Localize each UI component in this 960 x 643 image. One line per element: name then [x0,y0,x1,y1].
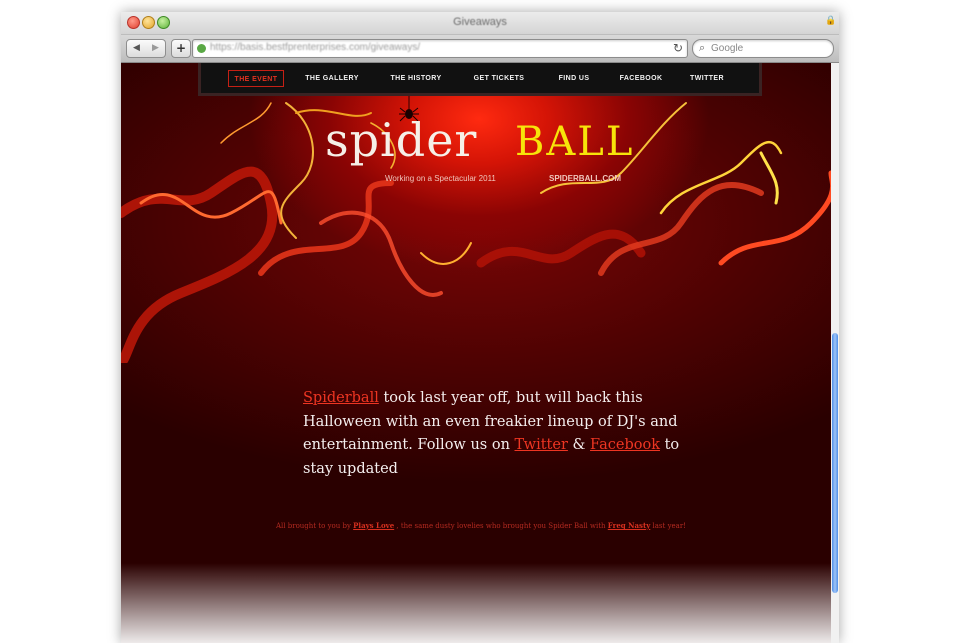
search-box[interactable]: ⌕ [692,39,834,58]
swirl-decoration [121,102,831,363]
scroll-thumb[interactable] [832,333,838,593]
browser-window: Giveaways 🔒 ◀ ▶ + https://basis.bestfpre… [121,12,839,643]
nav-facebook[interactable]: FACEBOOK [613,70,669,87]
footer-credits: All brought to you by Plays Love , the s… [271,521,691,530]
announcement-text-2: & [567,437,591,453]
footer-text-2: , the same dusty lovelies who brought yo… [394,522,608,530]
nav-twitter[interactable]: TWITTER [681,70,733,87]
search-icon: ⌕ [699,41,706,54]
main-nav: THE EVENT THE GALLERY THE HISTORY GET TI… [198,63,762,96]
add-bookmark-button[interactable]: + [171,39,191,58]
twitter-link[interactable]: Twitter [515,437,568,453]
forward-button[interactable]: ▶ [146,39,166,58]
lock-icon: 🔒 [825,16,837,26]
vertical-scrollbar[interactable] [831,63,839,643]
bottom-fade [121,563,831,643]
tagline: Working on a Spectacular 2011 [385,174,496,183]
nav-get-tickets[interactable]: GET TICKETS [469,70,529,87]
search-input[interactable] [711,40,829,57]
address-bar[interactable]: https://basis.bestfprenterprises.com/giv… [192,39,688,58]
nav-the-event[interactable]: THE EVENT [228,70,284,87]
logo-spider-text: spider [325,113,478,167]
title-bar: Giveaways 🔒 [121,12,839,35]
nav-the-history[interactable]: THE HISTORY [386,70,446,87]
footer-text-3: last year! [650,522,686,530]
nav-find-us[interactable]: FIND US [549,70,599,87]
nav-the-gallery[interactable]: THE GALLERY [302,70,362,87]
spiderball-link[interactable]: Spiderball [303,390,379,406]
logo-ball-text: BALL [515,119,635,165]
site-icon [197,44,206,53]
event-announcement: Spiderball took last year off, but will … [303,387,683,481]
freq-nasty-link[interactable]: Freq Nasty [608,521,651,530]
browser-toolbar: ◀ ▶ + https://basis.bestfprenterprises.c… [121,35,839,63]
plays-love-link[interactable]: Plays Love [353,521,394,530]
site-domain: SPIDERBALL.COM [549,174,621,183]
web-page: THE EVENT THE GALLERY THE HISTORY GET TI… [121,63,831,643]
footer-text-1: All brought to you by [276,522,354,530]
reload-icon[interactable]: ↻ [673,41,683,55]
url-text[interactable]: https://basis.bestfprenterprises.com/giv… [210,42,420,53]
back-button[interactable]: ◀ [126,39,147,58]
facebook-link[interactable]: Facebook [590,437,660,453]
window-title: Giveaways [453,16,507,28]
